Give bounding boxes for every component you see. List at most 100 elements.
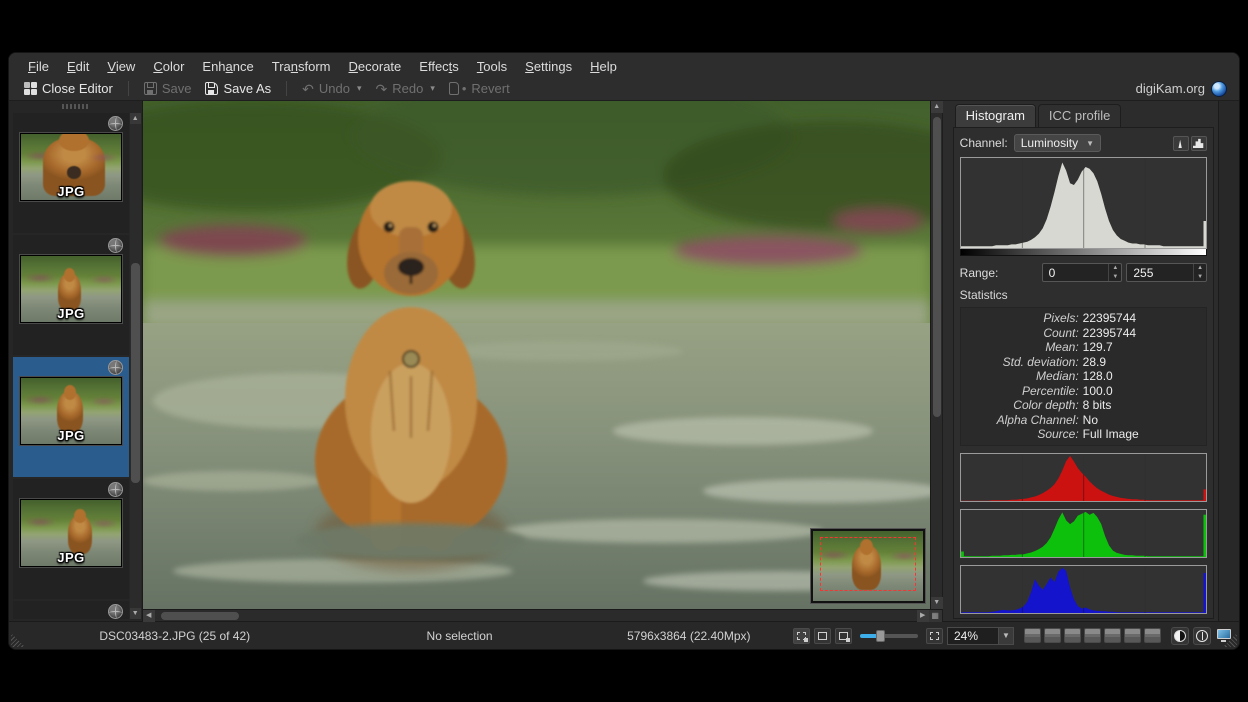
right-sidebar-tabs — [1218, 101, 1239, 621]
over-exposure-icon — [1196, 630, 1208, 642]
pan-visible-region-rect[interactable] — [820, 537, 916, 591]
range-min-spinbox[interactable]: 0 ▲▼ — [1042, 263, 1123, 282]
pan-preview-overlay[interactable] — [811, 529, 925, 603]
under-exposure-icon — [1174, 630, 1186, 642]
menu-tools[interactable]: Tools — [468, 57, 516, 76]
preview-mode-button-4[interactable] — [1084, 628, 1101, 643]
green-channel-histogram — [960, 509, 1207, 558]
colors-panel: HistogramICC profile Channel: Luminosity… — [948, 101, 1218, 621]
close-editor-button[interactable]: Close Editor — [17, 79, 120, 98]
close-editor-icon — [24, 82, 37, 95]
editor-canvas: ▲ ▼ ◀ ▶ ▦ — [143, 101, 942, 621]
undo-label: Undo — [319, 81, 350, 96]
horizontal-scrollbar[interactable]: ◀ ▶ ▦ — [143, 609, 942, 621]
over-exposure-indicator-button[interactable] — [1193, 627, 1211, 645]
channel-value: Luminosity — [1021, 136, 1078, 150]
undo-dropdown-arrow[interactable]: ▾ — [357, 83, 362, 94]
vertical-scrollbar[interactable]: ▲ ▼ — [930, 101, 942, 609]
menu-help[interactable]: Help — [581, 57, 626, 76]
thumbnail-item[interactable]: JPG — [13, 601, 129, 619]
scroll-up-icon[interactable]: ▲ — [130, 113, 141, 124]
thumbnail-item[interactable]: JPG — [13, 113, 129, 233]
toolbar-separator — [286, 81, 287, 96]
menu-transform[interactable]: Transform — [263, 57, 340, 76]
menu-effects[interactable]: Effects — [410, 57, 468, 76]
thumbbar-scrollbar[interactable]: ▲ ▼ — [130, 113, 141, 619]
save-label: Save — [162, 81, 192, 96]
under-exposure-indicator-button[interactable] — [1171, 627, 1189, 645]
format-badge: JPG — [57, 550, 85, 565]
logarithmic-scale-button[interactable] — [1191, 136, 1207, 151]
statistic-row: Median:128.0 — [965, 369, 1202, 384]
scroll-up-icon[interactable]: ▲ — [931, 101, 943, 113]
zoom-100-button[interactable] — [835, 628, 852, 644]
zoom-selection-button[interactable] — [793, 628, 810, 644]
chevron-down-icon[interactable]: ▼ — [999, 627, 1014, 645]
menu-decorate[interactable]: Decorate — [340, 57, 411, 76]
undo-button[interactable]: ↶ Undo ▾ — [295, 79, 368, 98]
menu-file[interactable]: File — [19, 57, 58, 76]
linear-scale-button[interactable] — [1173, 136, 1189, 151]
photo-view[interactable] — [143, 101, 930, 609]
digikam-logo-icon[interactable] — [1211, 81, 1227, 97]
thumbnail-item[interactable]: JPG — [13, 479, 129, 599]
geolocation-icon — [108, 360, 123, 375]
save-button[interactable]: Save — [137, 79, 199, 98]
menu-enhance[interactable]: Enhance — [193, 57, 262, 76]
scroll-right-icon[interactable]: ▶ — [917, 610, 929, 622]
red-channel-histogram — [960, 453, 1207, 502]
menu-settings[interactable]: Settings — [516, 57, 581, 76]
thumbbar-scrollbar-thumb[interactable] — [131, 263, 140, 483]
save-as-label: Save As — [223, 81, 271, 96]
format-badge: JPG — [57, 428, 85, 443]
spin-down-icon[interactable]: ▼ — [1194, 273, 1206, 282]
tab-histogram[interactable]: Histogram — [955, 104, 1036, 127]
redo-button[interactable]: ↷ Redo ▾ — [369, 79, 442, 98]
channel-dropdown[interactable]: Luminosity ▼ — [1014, 134, 1101, 152]
toolbar-separator — [128, 81, 129, 96]
spin-up-icon[interactable]: ▲ — [1194, 264, 1206, 273]
redo-icon: ↷ — [376, 83, 388, 95]
thumbbar-drag-handle[interactable] — [62, 104, 88, 109]
range-max-spinbox[interactable]: 255 ▲▼ — [1126, 263, 1207, 282]
fit-zoom-button[interactable] — [926, 628, 943, 644]
thumbnail-item[interactable]: JPG — [13, 357, 129, 477]
preview-mode-button-5[interactable] — [1104, 628, 1121, 643]
vertical-scrollbar-thumb[interactable] — [933, 117, 941, 417]
spin-up-icon[interactable]: ▲ — [1109, 264, 1121, 273]
preview-mode-button-6[interactable] — [1124, 628, 1141, 643]
statistic-row: Count:22395744 — [965, 326, 1202, 341]
menu-color[interactable]: Color — [144, 57, 193, 76]
scroll-down-icon[interactable]: ▼ — [931, 597, 943, 609]
statistics-table: Pixels:22395744Count:22395744Mean:129.7S… — [960, 307, 1207, 446]
range-max-value: 255 — [1127, 266, 1193, 280]
luminosity-histogram[interactable] — [960, 157, 1207, 249]
preview-mode-button-1[interactable] — [1024, 628, 1041, 643]
geolocation-icon — [108, 116, 123, 131]
zoom-level-combo[interactable]: 24% ▼ — [947, 627, 1014, 645]
main-toolbar: Close Editor Save Save As ↶ Undo ▾ ↷ Red… — [9, 77, 1239, 101]
menu-view[interactable]: View — [98, 57, 144, 76]
thumbnail-item[interactable]: JPG — [13, 235, 129, 355]
preview-mode-button-2[interactable] — [1044, 628, 1061, 643]
statistic-row: Source:Full Image — [965, 427, 1202, 442]
preview-mode-button-7[interactable] — [1144, 628, 1161, 643]
save-as-icon — [205, 82, 218, 95]
save-as-button[interactable]: Save As — [198, 79, 278, 98]
horizontal-scrollbar-thumb[interactable] — [161, 612, 239, 620]
redo-label: Redo — [392, 81, 423, 96]
revert-button[interactable]: Revert — [442, 79, 517, 98]
spin-down-icon[interactable]: ▼ — [1109, 273, 1121, 282]
tab-icc-profile[interactable]: ICC profile — [1038, 104, 1121, 127]
fit-to-window-button[interactable] — [814, 628, 831, 644]
pan-corner-button[interactable]: ▦ — [929, 610, 942, 622]
menu-edit[interactable]: Edit — [58, 57, 98, 76]
scroll-down-icon[interactable]: ▼ — [130, 608, 141, 619]
preview-mode-button-3[interactable] — [1064, 628, 1081, 643]
zoom-slider[interactable] — [860, 634, 918, 638]
scroll-left-icon[interactable]: ◀ — [143, 610, 155, 622]
redo-dropdown-arrow[interactable]: ▾ — [430, 83, 435, 94]
format-badge: JPG — [57, 184, 85, 199]
zoom-slider-handle[interactable] — [876, 630, 885, 642]
save-icon — [144, 82, 157, 95]
